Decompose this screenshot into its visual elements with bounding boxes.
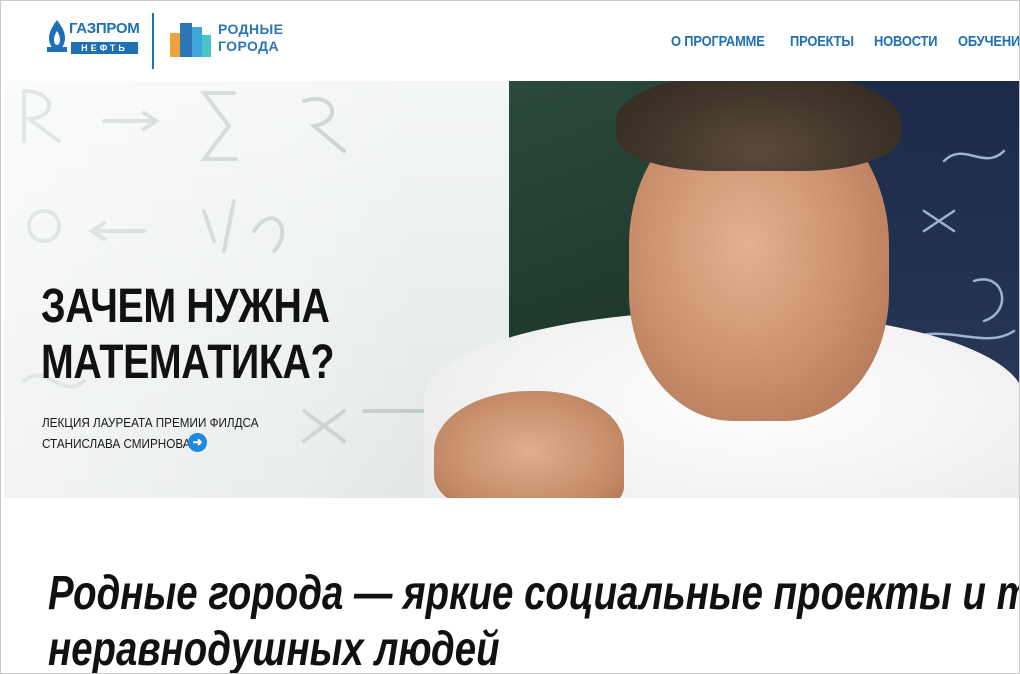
logo-line-2: ГОРОДА — [218, 38, 279, 54]
hero-title-line-2: МАТЕМАТИКА? — [41, 336, 335, 389]
lecturer-hand — [434, 391, 624, 498]
hero-subtitle-line-1: ЛЕКЦИЯ ЛАУРЕАТА ПРЕМИИ ФИЛДСА — [42, 415, 259, 430]
hero-title: ЗАЧЕМ НУЖНА МАТЕМАТИКА? — [41, 279, 335, 391]
tagline-line-2: неравнодушных людей — [48, 623, 500, 674]
gazprom-neft-logo[interactable]: ГАЗПРОМ НЕФТЬ — [45, 17, 145, 63]
nav-item-about[interactable]: О ПРОГРАММЕ — [671, 33, 765, 50]
main-nav: О ПРОГРАММЕ ПРОЕКТЫ НОВОСТИ ОБУЧЕНИЕ — [671, 33, 1019, 50]
site-header: ГАЗПРОМ НЕФТЬ РОДНЫЕ ГОРОДА О ПРОГРАММЕ … — [1, 1, 1019, 81]
hero-subtitle[interactable]: ЛЕКЦИЯ ЛАУРЕАТА ПРЕМИИ ФИЛДСА СТАНИСЛАВА… — [42, 412, 259, 454]
neft-wordmark: НЕФТЬ — [71, 42, 138, 54]
tagline-line-1: Родные города — яркие социальные проекты… — [48, 567, 1020, 620]
arrow-right-icon[interactable]: ➜ — [188, 433, 207, 452]
logo-divider — [152, 13, 154, 69]
logo-line-1: РОДНЫЕ — [218, 21, 284, 37]
page-tagline: Родные города — яркие социальные проекты… — [48, 566, 1020, 674]
nav-item-education[interactable]: ОБУЧЕНИЕ — [958, 33, 1019, 50]
rodnye-goroda-wordmark: РОДНЫЕ ГОРОДА — [218, 21, 283, 55]
lecturer-hair — [616, 81, 901, 171]
gazprom-flame-icon — [47, 20, 67, 52]
nav-item-projects[interactable]: ПРОЕКТЫ — [790, 33, 854, 50]
page-frame: ГАЗПРОМ НЕФТЬ РОДНЫЕ ГОРОДА О ПРОГРАММЕ … — [0, 0, 1020, 674]
rodnye-goroda-logo[interactable]: РОДНЫЕ ГОРОДА — [168, 15, 298, 65]
nav-item-news[interactable]: НОВОСТИ — [874, 33, 938, 50]
gazprom-wordmark: ГАЗПРОМ — [69, 20, 140, 37]
rodnye-goroda-emblem-icon — [170, 23, 211, 57]
hero-subtitle-line-2: СТАНИСЛАВА СМИРНОВА — [42, 436, 191, 451]
hero-title-line-1: ЗАЧЕМ НУЖНА — [41, 280, 330, 333]
